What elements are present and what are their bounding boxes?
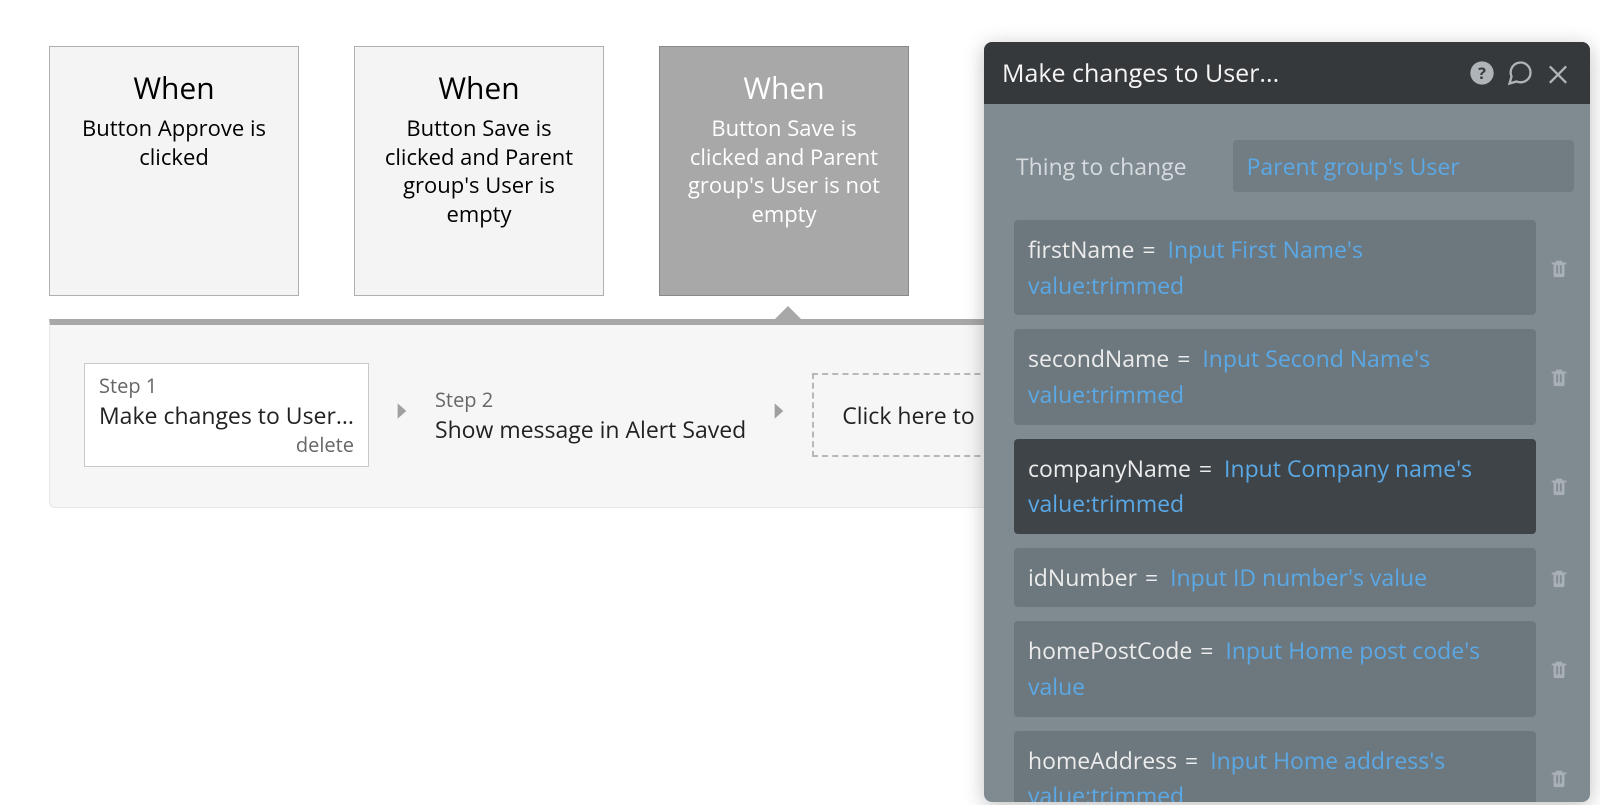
- thing-to-change-row: Thing to change Parent group's User: [1014, 140, 1574, 192]
- field-row: secondName = Input Second Name's value:t…: [1014, 329, 1574, 424]
- field-assignment[interactable]: secondName = Input Second Name's value:t…: [1014, 329, 1536, 424]
- equals-sign: =: [1192, 634, 1225, 666]
- event-when: When: [133, 67, 214, 108]
- step-number: Step 2: [435, 386, 746, 413]
- panel-header[interactable]: Make changes to User... ?: [984, 42, 1590, 104]
- step-2[interactable]: Step 2 Show message in Alert Saved: [435, 386, 746, 445]
- step-title: Make changes to User...: [99, 399, 354, 431]
- field-row: firstName = Input First Name's value:tri…: [1014, 220, 1574, 315]
- equals-sign: =: [1137, 561, 1170, 593]
- field-name: firstName: [1028, 233, 1134, 265]
- panel-body: Thing to change Parent group's User firs…: [984, 104, 1590, 802]
- event-when: When: [743, 67, 824, 108]
- step-title: Show message in Alert Saved: [435, 413, 746, 445]
- field-row: homeAddress = Input Home address's value…: [1014, 731, 1574, 802]
- step-number: Step 1: [99, 372, 354, 399]
- close-icon[interactable]: [1544, 59, 1572, 87]
- trash-icon[interactable]: [1544, 548, 1574, 608]
- field-assignment[interactable]: homePostCode = Input Home post code's va…: [1014, 621, 1536, 716]
- field-name: homePostCode: [1028, 634, 1192, 666]
- event-box-1[interactable]: When Button Approve is clicked: [49, 46, 299, 296]
- step-delete[interactable]: delete: [99, 431, 354, 458]
- field-expression[interactable]: Input ID number's value: [1170, 561, 1427, 593]
- equals-sign: =: [1134, 233, 1167, 265]
- equals-sign: =: [1169, 342, 1202, 374]
- field-row: homePostCode = Input Home post code's va…: [1014, 621, 1574, 716]
- event-pointer: [774, 306, 802, 320]
- field-assignment[interactable]: companyName = Input Company name's value…: [1014, 439, 1536, 534]
- field-name: homeAddress: [1028, 744, 1177, 776]
- event-when: When: [438, 67, 519, 108]
- event-box-2[interactable]: When Button Save is clicked and Parent g…: [354, 46, 604, 296]
- property-editor-panel: Make changes to User... ? Thing to chang…: [984, 42, 1590, 802]
- trash-icon[interactable]: [1544, 731, 1574, 802]
- equals-sign: =: [1191, 452, 1224, 484]
- field-assignment[interactable]: idNumber = Input ID number's value: [1014, 548, 1536, 608]
- field-name: idNumber: [1028, 561, 1137, 593]
- field-assignment[interactable]: firstName = Input First Name's value:tri…: [1014, 220, 1536, 315]
- field-row: idNumber = Input ID number's value: [1014, 548, 1574, 608]
- step-1[interactable]: Step 1 Make changes to User... delete: [84, 363, 369, 467]
- comment-icon[interactable]: [1506, 59, 1534, 87]
- field-row: companyName = Input Company name's value…: [1014, 439, 1574, 534]
- field-list: firstName = Input First Name's value:tri…: [1014, 220, 1574, 802]
- arrow-icon: [389, 398, 415, 432]
- field-name: secondName: [1028, 342, 1169, 374]
- equals-sign: =: [1177, 744, 1210, 776]
- trash-icon[interactable]: [1544, 621, 1574, 716]
- trash-icon[interactable]: [1544, 329, 1574, 424]
- arrow-icon: [766, 398, 792, 432]
- svg-text:?: ?: [1478, 62, 1486, 84]
- event-box-3[interactable]: When Button Save is clicked and Parent g…: [659, 46, 909, 296]
- trash-icon[interactable]: [1544, 439, 1574, 534]
- panel-title: Make changes to User...: [1002, 56, 1458, 90]
- event-condition: Button Save is clicked and Parent group'…: [369, 114, 589, 228]
- trash-icon[interactable]: [1544, 220, 1574, 315]
- help-icon[interactable]: ?: [1468, 59, 1496, 87]
- event-condition: Button Approve is clicked: [64, 114, 284, 171]
- field-assignment[interactable]: homeAddress = Input Home address's value…: [1014, 731, 1536, 802]
- thing-to-change-value[interactable]: Parent group's User: [1233, 140, 1574, 192]
- field-name: companyName: [1028, 452, 1191, 484]
- event-condition: Button Save is clicked and Parent group'…: [674, 114, 894, 228]
- thing-to-change-label: Thing to change: [1014, 150, 1187, 182]
